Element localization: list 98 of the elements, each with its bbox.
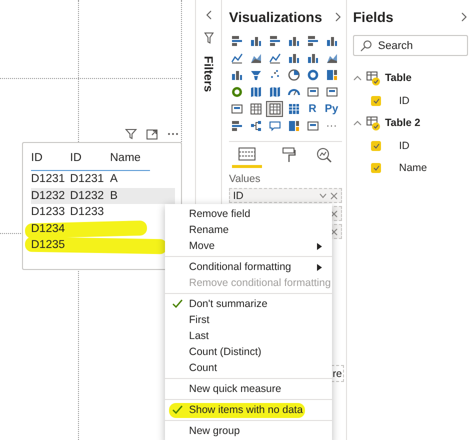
visual-type-label[interactable]: Py: [324, 103, 338, 115]
card-icon: [306, 120, 318, 132]
focus-mode-icon: [146, 128, 158, 140]
table-cell-text: D1232: [70, 190, 105, 202]
checkmark-icon: [172, 299, 183, 309]
area-chart-icon: [326, 52, 338, 64]
chevron-up-icon: [353, 75, 362, 81]
bar-chart-icon: [306, 52, 318, 64]
close-icon: [330, 210, 338, 218]
menu-item[interactable]: Count (Distinct): [189, 346, 262, 358]
search-icon: [360, 40, 372, 52]
table-check-icon: [366, 70, 381, 86]
menu-item[interactable]: New quick measure: [189, 383, 282, 395]
bar-chart-icon: [230, 69, 242, 81]
fields-well-icon: [238, 147, 256, 161]
horizontal-bar-chart-icon: [268, 35, 280, 47]
magnifier-chart-icon: [316, 147, 332, 163]
speech-bubble-icon: [268, 120, 280, 132]
close-icon: [330, 228, 338, 236]
table-name[interactable]: Table: [385, 72, 412, 84]
column-header[interactable]: Name: [110, 149, 150, 171]
table-cell-text: D1231: [31, 173, 66, 186]
table-icon: [268, 103, 280, 115]
submenu-arrow-icon: [317, 264, 322, 270]
bar-chart-icon: [288, 52, 300, 64]
chevron-left-icon: [204, 10, 212, 20]
field-well[interactable]: ID: [229, 188, 342, 203]
tree-diagram-icon: [250, 120, 262, 132]
card-icon: [230, 103, 242, 115]
horizontal-bar-chart-icon: [230, 35, 242, 47]
area-chart-icon: [250, 52, 262, 64]
menu-item[interactable]: Rename: [189, 224, 229, 236]
table-cell-text: D1233: [70, 206, 105, 218]
submenu-arrow-icon: [317, 242, 322, 250]
table-cell-text: D1234: [31, 222, 66, 235]
table-cell-text: D1233: [31, 206, 66, 218]
field-name[interactable]: ID: [399, 95, 410, 107]
funnel-chart-icon: [250, 69, 262, 81]
field-name: ID: [233, 190, 244, 202]
column-header[interactable]: ID: [31, 149, 70, 171]
chevron-right-icon: [460, 12, 468, 22]
menu-item[interactable]: Count: [189, 362, 218, 374]
paint-roller-icon: [282, 147, 296, 163]
table-cell-text: D1232: [31, 190, 66, 202]
chevron-down-icon: [319, 192, 327, 198]
bar-chart-icon: [288, 35, 300, 47]
pie-chart-icon: [288, 69, 300, 81]
menu-item[interactable]: First: [189, 314, 210, 326]
line-chart-icon: [230, 52, 242, 64]
search-field[interactable]: Search: [353, 35, 468, 56]
table-cell-text: D1235: [31, 239, 66, 252]
section-label: Values: [229, 173, 262, 185]
menu-item[interactable]: Don't summarize: [189, 298, 268, 310]
gauge-icon: [288, 86, 300, 98]
bar-chart-icon: [326, 35, 338, 47]
checkbox[interactable]: [371, 96, 381, 106]
table-visual[interactable]: ID ID Name D1231 D1231 A D1232 D1232 B D1233 D1233 D1234 D1235: [22, 142, 182, 270]
horizontal-bar-chart-icon: [306, 35, 318, 47]
treemap-icon: [326, 69, 338, 81]
menu-item[interactable]: Move: [189, 240, 215, 252]
more-visuals-button[interactable]: ···: [326, 120, 337, 132]
checkbox[interactable]: [371, 163, 381, 173]
table-cell-text: B: [110, 190, 119, 202]
filters-pane-title[interactable]: Filters: [202, 56, 216, 92]
treemap-icon: [288, 120, 300, 132]
table-name[interactable]: Table 2: [385, 117, 420, 129]
chevron-up-icon: [353, 120, 362, 126]
card-icon: [326, 86, 338, 98]
column-header[interactable]: ID: [70, 149, 110, 171]
donut-chart-icon: [306, 69, 318, 81]
visual-type-label[interactable]: R: [308, 103, 316, 115]
menu-item[interactable]: Remove field: [189, 208, 250, 220]
close-icon: [330, 192, 338, 200]
chevron-right-icon: [334, 12, 342, 22]
menu-item[interactable]: Show items with no data: [189, 404, 303, 416]
filter-icon: [125, 128, 137, 140]
bar-chart-icon: [250, 35, 262, 47]
menu-item[interactable]: Conditional formatting: [189, 261, 292, 273]
checkbox[interactable]: [371, 141, 381, 151]
pane-title: Visualizations: [229, 9, 322, 25]
menu-item[interactable]: New group: [189, 425, 240, 437]
horizontal-bar-chart-icon: [230, 120, 242, 132]
field-name[interactable]: ID: [399, 140, 410, 152]
line-chart-icon: [268, 52, 280, 64]
checkmark-icon: [172, 405, 183, 415]
map-icon: [250, 86, 262, 98]
table-check-icon: [366, 116, 381, 130]
table-cell-text: A: [110, 173, 119, 186]
matrix-icon: [288, 103, 300, 115]
card-icon: [306, 86, 318, 98]
menu-item[interactable]: Last: [189, 330, 209, 342]
table-cell-text: D1231: [70, 173, 105, 186]
pane-title: Fields: [353, 9, 394, 25]
map-icon: [268, 86, 280, 98]
field-name[interactable]: Name: [399, 162, 428, 174]
filter-icon: [204, 32, 214, 44]
scatter-chart-icon: [268, 69, 280, 81]
table-icon: [250, 103, 262, 115]
